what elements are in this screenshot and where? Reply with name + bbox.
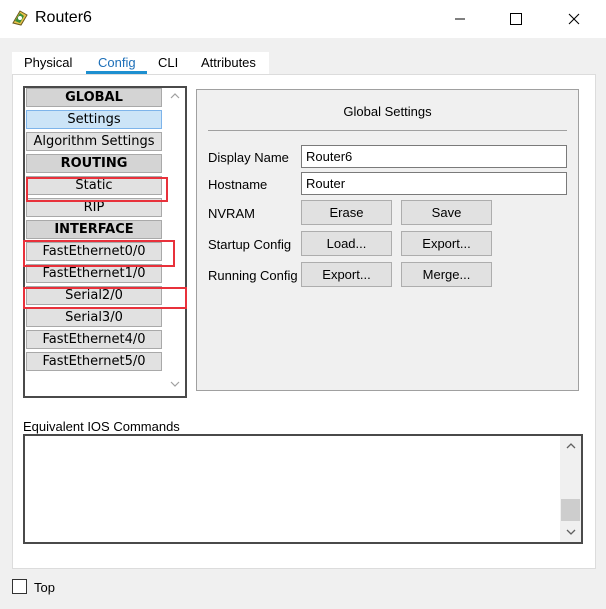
nav-header-routing: ROUTING xyxy=(26,154,162,173)
scroll-down-icon[interactable] xyxy=(164,376,185,392)
nav-item-settings[interactable]: Settings xyxy=(26,110,162,129)
nav-item-algorithm-settings[interactable]: Algorithm Settings xyxy=(26,132,162,151)
highlight-fastethernet0-0 xyxy=(23,240,175,267)
window-title: Router6 xyxy=(35,9,92,26)
minimize-icon xyxy=(455,18,465,20)
maximize-button[interactable] xyxy=(493,0,539,38)
tab-cli[interactable]: CLI xyxy=(158,55,178,70)
erase-button[interactable]: Erase xyxy=(301,200,392,225)
maximize-icon xyxy=(510,13,522,25)
global-settings-title: Global Settings xyxy=(343,104,432,119)
divider xyxy=(208,130,567,131)
tab-attributes[interactable]: Attributes xyxy=(201,55,256,70)
top-checkbox[interactable] xyxy=(12,579,27,594)
hostname-label: Hostname xyxy=(208,177,268,192)
nvram-label: NVRAM xyxy=(208,206,255,221)
display-name-label: Display Name xyxy=(208,150,289,165)
scroll-down-icon[interactable] xyxy=(560,524,581,540)
nav-header-interface: INTERFACE xyxy=(26,220,162,239)
highlight-serial2-0 xyxy=(23,287,187,309)
save-button[interactable]: Save xyxy=(401,200,492,225)
ios-scroll-thumb[interactable] xyxy=(561,499,580,521)
merge-button[interactable]: Merge... xyxy=(401,262,492,287)
title-bar: Router6 xyxy=(0,0,606,38)
running-config-label: Running Config xyxy=(208,268,298,283)
startup-export-button[interactable]: Export... xyxy=(401,231,492,256)
display-name-input[interactable]: Router6 xyxy=(301,145,567,168)
close-icon xyxy=(568,13,580,25)
ios-commands-textarea[interactable] xyxy=(23,434,583,544)
startup-config-label: Startup Config xyxy=(208,237,292,252)
router-app-icon xyxy=(12,10,28,26)
minimize-button[interactable] xyxy=(437,0,483,38)
highlight-static xyxy=(26,177,168,202)
top-checkbox-label: Top xyxy=(34,580,55,595)
running-export-button[interactable]: Export... xyxy=(301,262,392,287)
tab-physical[interactable]: Physical xyxy=(24,55,72,70)
load-button[interactable]: Load... xyxy=(301,231,392,256)
close-button[interactable] xyxy=(551,0,597,38)
nav-header-global: GLOBAL xyxy=(26,88,162,107)
ios-commands-label: Equivalent IOS Commands xyxy=(23,419,180,434)
nav-item-fastethernet5-0[interactable]: FastEthernet5/0 xyxy=(26,352,162,371)
tab-config[interactable]: Config xyxy=(98,55,136,70)
nav-item-serial3-0[interactable]: Serial3/0 xyxy=(26,308,162,327)
scroll-up-icon[interactable] xyxy=(164,88,185,104)
ios-scrollbar[interactable] xyxy=(560,436,581,542)
nav-item-fastethernet4-0[interactable]: FastEthernet4/0 xyxy=(26,330,162,349)
scroll-up-icon[interactable] xyxy=(560,438,581,454)
hostname-input[interactable]: Router xyxy=(301,172,567,195)
